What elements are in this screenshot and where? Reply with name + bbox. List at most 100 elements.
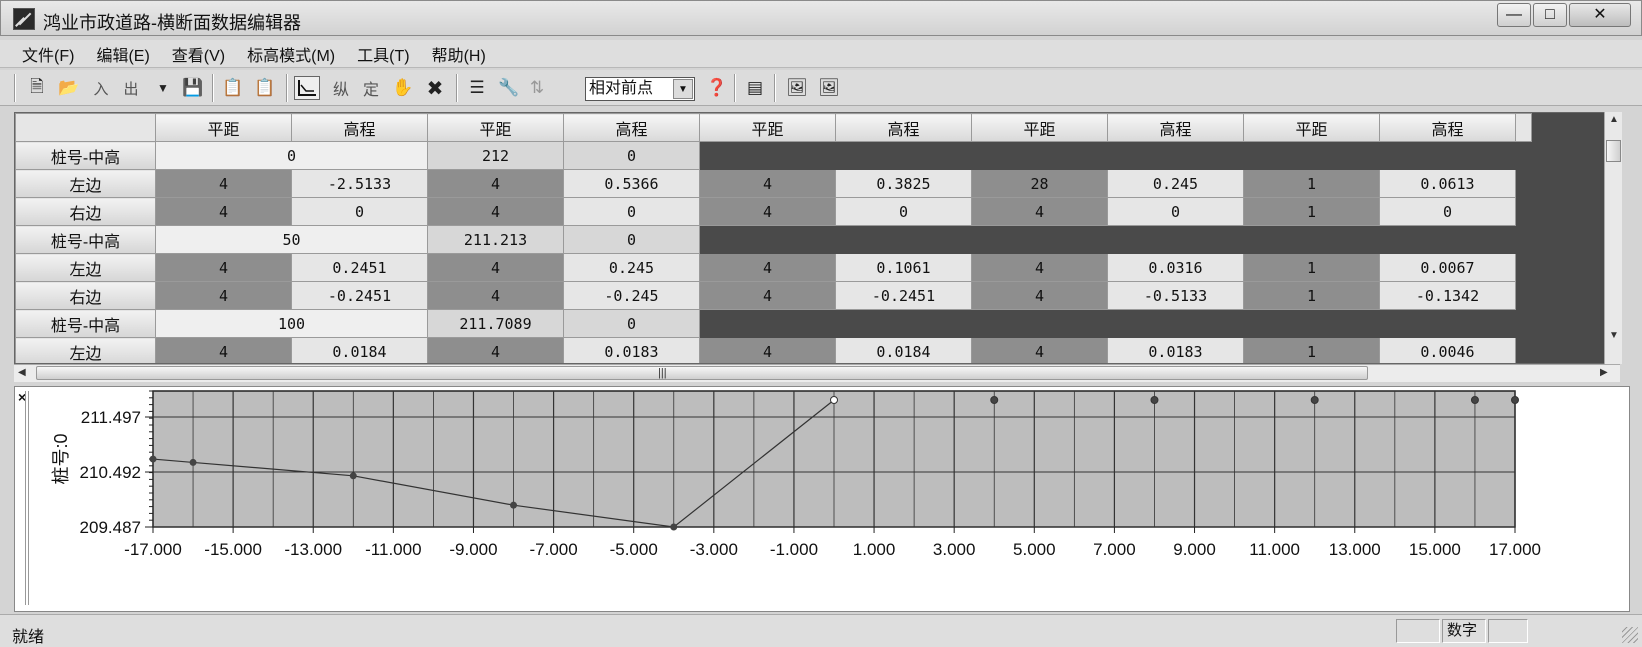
horizontal-scrollbar[interactable]: ◀ ||| ▶: [14, 364, 1620, 382]
station-cell[interactable]: 100: [155, 309, 428, 338]
maximize-button[interactable]: □: [1533, 3, 1567, 27]
distance-cell[interactable]: 4: [699, 337, 836, 363]
distance-cell[interactable]: 4: [155, 253, 292, 282]
distance-cell[interactable]: 4: [699, 281, 836, 310]
data-point[interactable]: [1150, 396, 1159, 404]
elevation-cell[interactable]: 0: [563, 197, 700, 226]
distance-cell[interactable]: 4: [971, 337, 1108, 363]
distance-cell[interactable]: 4: [155, 197, 292, 226]
elevation-cell[interactable]: -0.5133: [1107, 281, 1244, 310]
copy-icon[interactable]: 📋: [220, 76, 246, 100]
chart-view-icon[interactable]: [294, 76, 320, 100]
elevation-cell[interactable]: 0: [291, 197, 428, 226]
open-folder-icon[interactable]: 📂: [56, 76, 82, 100]
export-button[interactable]: 出: [118, 76, 144, 100]
scroll-down-icon[interactable]: ▼: [1609, 330, 1619, 341]
elevation-cell[interactable]: -0.2451: [291, 281, 428, 310]
offset-cell[interactable]: 0: [563, 309, 700, 338]
column-header[interactable]: 高程: [835, 113, 972, 142]
menu-edit[interactable]: 编辑(E): [96, 42, 149, 66]
settings-panel-icon[interactable]: ▤: [742, 76, 768, 100]
elevation-cell[interactable]: 0.0613: [1379, 169, 1516, 198]
row-header[interactable]: 左边: [15, 337, 156, 363]
data-point[interactable]: [1511, 396, 1519, 404]
row-header[interactable]: 桩号-中高: [15, 225, 156, 254]
scroll-left-icon[interactable]: ◀: [18, 367, 26, 378]
row-header[interactable]: 左边: [15, 169, 156, 198]
tools-cross-icon[interactable]: ✖: [422, 76, 448, 100]
distance-cell[interactable]: 4: [155, 281, 292, 310]
column-header[interactable]: 高程: [563, 113, 700, 142]
distance-cell[interactable]: 1: [1243, 169, 1380, 198]
data-point[interactable]: [990, 396, 999, 404]
center-elevation-cell[interactable]: 211.7089: [427, 309, 564, 338]
column-header[interactable]: 平距: [155, 113, 292, 142]
resize-grip-icon[interactable]: [1622, 627, 1638, 643]
station-cell[interactable]: 50: [155, 225, 428, 254]
data-point[interactable]: [670, 523, 678, 531]
elevation-cell[interactable]: 0: [1379, 197, 1516, 226]
row-header[interactable]: 右边: [15, 281, 156, 310]
image-import-icon[interactable]: 🖼: [816, 76, 842, 100]
mode-select[interactable]: 相对前点 ▼: [585, 77, 695, 101]
menu-view[interactable]: 查看(V): [172, 42, 225, 66]
elevation-cell[interactable]: 0.3825: [835, 169, 972, 198]
data-point[interactable]: [189, 458, 197, 466]
hand-icon[interactable]: ✋: [390, 76, 416, 100]
distance-cell[interactable]: 4: [155, 169, 292, 198]
elevation-cell[interactable]: 0.0316: [1107, 253, 1244, 282]
distance-cell[interactable]: 1: [1243, 281, 1380, 310]
distance-cell[interactable]: 1: [1243, 253, 1380, 282]
distance-cell[interactable]: 4: [971, 197, 1108, 226]
column-header[interactable]: 高程: [1107, 113, 1244, 142]
elevation-cell[interactable]: 0.0183: [1107, 337, 1244, 363]
row-header[interactable]: 右边: [15, 197, 156, 226]
elevation-cell[interactable]: 0: [835, 197, 972, 226]
row-header[interactable]: 桩号-中高: [15, 309, 156, 338]
distance-cell[interactable]: 4: [155, 337, 292, 363]
vertical-scroll-thumb[interactable]: [1606, 140, 1621, 162]
distance-cell[interactable]: 4: [427, 253, 564, 282]
elevation-cell[interactable]: 0.0184: [835, 337, 972, 363]
elevation-cell[interactable]: 0.245: [563, 253, 700, 282]
paste-icon[interactable]: 📋: [252, 76, 278, 100]
offset-cell[interactable]: 0: [563, 141, 700, 170]
elevation-cell[interactable]: 0.0067: [1379, 253, 1516, 282]
menu-elevation-mode[interactable]: 标高模式(M): [247, 42, 335, 66]
elevation-cell[interactable]: 0.0183: [563, 337, 700, 363]
elevation-cell[interactable]: -2.5133: [291, 169, 428, 198]
scroll-up-icon[interactable]: ▲: [1609, 114, 1619, 125]
dropdown-arrow-icon[interactable]: ▼: [150, 76, 176, 100]
spinner-icon[interactable]: ⇅: [528, 76, 546, 100]
menu-file[interactable]: 文件(F): [22, 42, 74, 66]
row-header[interactable]: 桩号-中高: [15, 141, 156, 170]
elevation-cell[interactable]: 0: [1107, 197, 1244, 226]
new-file-icon[interactable]: 🗎: [24, 76, 50, 100]
elevation-cell[interactable]: 0.1061: [835, 253, 972, 282]
data-point[interactable]: [1310, 396, 1319, 404]
scroll-right-icon[interactable]: ▶: [1600, 367, 1608, 378]
distance-cell[interactable]: 1: [1243, 337, 1380, 363]
column-header[interactable]: 平距: [427, 113, 564, 142]
menu-help[interactable]: 帮助(H): [432, 42, 486, 66]
elevation-cell[interactable]: 0.0046: [1379, 337, 1516, 363]
offset-cell[interactable]: 0: [563, 225, 700, 254]
wrench-icon[interactable]: 🔧: [496, 76, 522, 100]
data-point[interactable]: [830, 396, 838, 404]
distance-cell[interactable]: 4: [427, 281, 564, 310]
elevation-cell[interactable]: -0.245: [563, 281, 700, 310]
elevation-cell[interactable]: 0.5366: [563, 169, 700, 198]
distance-cell[interactable]: 1: [1243, 197, 1380, 226]
menu-tools[interactable]: 工具(T): [357, 42, 409, 66]
column-header[interactable]: 平距: [699, 113, 836, 142]
chevron-down-icon[interactable]: ▼: [673, 79, 693, 99]
minimize-button[interactable]: —: [1497, 3, 1531, 27]
distance-cell[interactable]: 4: [971, 281, 1108, 310]
column-header[interactable]: 高程: [1379, 113, 1516, 142]
distance-cell[interactable]: 4: [427, 197, 564, 226]
distance-cell[interactable]: 4: [699, 169, 836, 198]
center-elevation-cell[interactable]: 212: [427, 141, 564, 170]
vertical-scrollbar[interactable]: ▲ ▼: [1604, 112, 1622, 364]
distance-cell[interactable]: 4: [427, 169, 564, 198]
elevation-cell[interactable]: 0.245: [1107, 169, 1244, 198]
